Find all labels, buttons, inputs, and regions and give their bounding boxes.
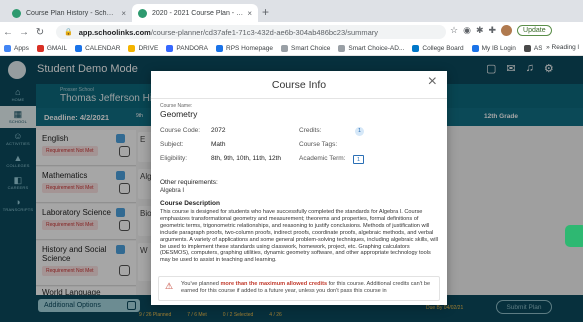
course-code-label: Course Code: — [160, 127, 201, 134]
course-description: This course is designed for students who… — [160, 209, 438, 264]
chat-icon[interactable] — [565, 225, 583, 247]
bookmarks-bar: Apps GMAIL CALENDAR DRIVE PANDORA RPS Ho… — [0, 42, 583, 56]
new-tab-button[interactable]: + — [262, 5, 269, 19]
subject-label: Subject: — [160, 141, 184, 148]
credits-value: 1 — [355, 127, 364, 136]
credits-label: Credits: — [299, 127, 322, 134]
update-button[interactable]: Update — [517, 25, 552, 36]
forward-icon[interactable]: → — [16, 27, 32, 38]
bookmark-label: College Board — [422, 45, 464, 52]
bookmark-label: DRIVE — [138, 45, 159, 52]
bookmark-label: RPS Homepage — [226, 45, 273, 52]
bookmark-college-board[interactable]: College Board — [412, 45, 464, 52]
tab-title: Course Plan History - Schoolo — [26, 9, 118, 17]
url-host: app.schoolinks.com — [78, 27, 151, 37]
globe-icon — [471, 45, 479, 52]
lock-icon: 🔒 — [64, 29, 73, 36]
bookmark-calendar[interactable]: CALENDAR — [75, 45, 120, 52]
warning-icon: ⚠ — [165, 281, 174, 291]
other-requirements-value: Algebra I — [160, 188, 185, 194]
gmail-icon — [36, 45, 44, 52]
bookmark-label: Apps — [14, 45, 29, 52]
modal-header: Course Info × — [151, 71, 447, 99]
bookmark-label: CALENDAR — [85, 45, 121, 52]
college-board-icon — [412, 45, 420, 52]
subject-value: Math — [211, 141, 226, 148]
browser-tab-course-plan[interactable]: 2020 - 2021 Course Plan - Sch × — [132, 4, 258, 22]
pandora-icon — [166, 45, 174, 52]
eligibility-value: 8th, 9th, 10th, 11th, 12th — [211, 155, 281, 162]
other-requirements-label: Other requirements: — [160, 179, 218, 186]
modal-body: Course Name: Geometry Course Code: 2072 … — [160, 103, 440, 264]
address-bar: ← → ↻ 🔒 app.schoolinks.com /course-plann… — [0, 22, 583, 42]
bookmark-rps[interactable]: RPS Homepage — [216, 45, 273, 52]
warning-text: You've planned — [181, 281, 221, 287]
eligibility-label: Eligibility: — [160, 155, 188, 162]
bookmark-label: My IB Login — [481, 45, 516, 52]
apps-icon — [4, 45, 11, 52]
url-input[interactable]: 🔒 app.schoolinks.com /course-planner/cd3… — [56, 25, 446, 39]
bookmark-apps[interactable]: Apps — [4, 45, 29, 52]
bookmark-label: Smart Choice-AD... — [348, 45, 405, 52]
course-name: Geometry — [160, 109, 198, 119]
url-path: /course-planner/cd37afe1-71c3-432d-ae6b-… — [150, 27, 379, 37]
tab-close-icon[interactable]: × — [121, 9, 126, 18]
course-tags-label: Course Tags: — [299, 141, 338, 148]
bookmark-smart-choice[interactable]: Smart Choice — [281, 45, 330, 52]
browser-tab-strip: Course Plan History - Schoolo × 2020 - 2… — [0, 0, 583, 22]
course-info-modal: Course Info × Course Name: Geometry Cour… — [151, 71, 447, 305]
extension-icon[interactable]: ◉ — [463, 25, 471, 36]
bookmarks-overflow[interactable]: » Reading l — [542, 44, 579, 51]
page-icon — [338, 45, 346, 52]
profile-avatar[interactable] — [501, 25, 513, 36]
reload-icon[interactable]: ↻ — [32, 27, 48, 38]
browser-actions: ☆ ◉ ✱ ✚ Update — [450, 25, 552, 36]
credit-warning: ⚠ You've planned more than the maximum a… — [158, 276, 440, 301]
close-icon[interactable]: × — [428, 74, 437, 90]
bookmark-label: Smart Choice — [291, 45, 331, 52]
academic-term-value: 1 — [353, 155, 364, 164]
extension-icon[interactable]: ✱ — [476, 25, 484, 36]
course-details: Course Code: 2072 Subject: Math Eligibil… — [160, 127, 440, 169]
course-code-value: 2072 — [211, 127, 226, 134]
calendar-icon — [75, 45, 83, 52]
aspen-icon — [523, 45, 531, 52]
puzzle-icon[interactable]: ✚ — [488, 25, 496, 36]
modal-title: Course Info — [271, 79, 327, 91]
star-icon[interactable]: ☆ — [450, 25, 458, 36]
bookmark-gmail[interactable]: GMAIL — [36, 45, 68, 52]
browser-tab-history[interactable]: Course Plan History - Schoolo × — [6, 4, 132, 22]
page-icon — [281, 45, 288, 52]
tab-title: 2020 - 2021 Course Plan - Sch — [152, 9, 244, 17]
bookmark-pandora[interactable]: PANDORA — [166, 45, 208, 52]
globe-icon — [216, 45, 224, 52]
bookmark-ib-login[interactable]: My IB Login — [471, 45, 516, 52]
warning-highlight: more than the maximum allowed credits — [220, 281, 328, 287]
drive-icon — [128, 45, 136, 52]
academic-term-label: Academic Term: — [299, 155, 346, 162]
back-icon[interactable]: ← — [0, 27, 16, 38]
schoolinks-favicon-icon — [138, 8, 147, 18]
course-description-label: Course Description — [160, 200, 220, 207]
bookmark-label: GMAIL — [46, 45, 68, 52]
schoolinks-favicon-icon — [12, 8, 21, 18]
tab-close-icon[interactable]: × — [247, 9, 252, 18]
bookmark-drive[interactable]: DRIVE — [128, 45, 158, 52]
bookmark-smart-choice-ad[interactable]: Smart Choice-AD... — [338, 45, 404, 52]
bookmark-label: PANDORA — [176, 45, 209, 52]
